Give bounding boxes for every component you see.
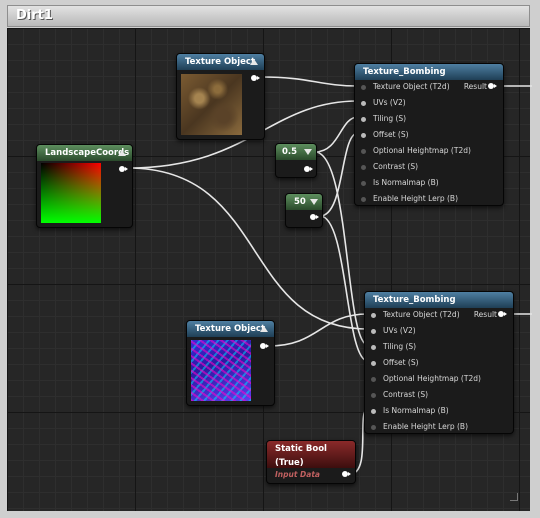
- normal-map-preview: [191, 340, 251, 401]
- input-pin-offset[interactable]: Offset (S): [371, 358, 419, 367]
- node-header[interactable]: LandscapeCoords: [37, 145, 132, 161]
- pin-icon[interactable]: [361, 84, 366, 90]
- pin-icon[interactable]: [361, 116, 366, 122]
- texture-object-node-1[interactable]: Texture Object: [176, 53, 265, 140]
- collapse-arrow-icon[interactable]: [250, 59, 258, 65]
- input-pin-tiling[interactable]: Tiling (S): [371, 342, 416, 351]
- input-pin-uvs[interactable]: UVs (V2): [361, 98, 406, 107]
- input-pin-tiling[interactable]: Tiling (S): [361, 114, 406, 123]
- node-title: 50: [294, 197, 306, 207]
- pin-icon[interactable]: [361, 196, 366, 202]
- output-pin-icon[interactable]: [119, 166, 128, 172]
- node-title: LandscapeCoords: [45, 148, 130, 158]
- node-header[interactable]: 50: [286, 194, 322, 210]
- output-pin-icon[interactable]: [310, 214, 319, 220]
- node-header[interactable]: Texture_Bombing: [365, 292, 513, 308]
- collapse-arrow-icon[interactable]: [260, 326, 268, 332]
- output-pin-icon[interactable]: [251, 75, 260, 81]
- node-header[interactable]: Static Bool (True) Input Data: [267, 441, 355, 479]
- expand-arrow-icon[interactable]: [304, 149, 312, 155]
- node-header[interactable]: Texture_Bombing: [355, 64, 503, 80]
- input-pin-uvs[interactable]: UVs (V2): [371, 326, 416, 335]
- output-pin-icon[interactable]: [342, 471, 351, 477]
- texture-bombing-node-2[interactable]: Texture_Bombing Result Texture Object (T…: [364, 291, 514, 434]
- dirt-texture-preview: [181, 74, 242, 135]
- pin-icon[interactable]: [371, 360, 376, 366]
- input-pin-optional-heightmap[interactable]: Optional Heightmap (T2d): [371, 374, 481, 383]
- result-output-label: Result: [463, 82, 487, 91]
- input-pin-optional-heightmap[interactable]: Optional Heightmap (T2d): [361, 146, 471, 155]
- output-pin-icon[interactable]: [260, 343, 269, 349]
- input-pin-contrast[interactable]: Contrast (S): [371, 390, 428, 399]
- graph-title-bar: Dirt1: [7, 5, 530, 27]
- node-title: Static Bool (True): [275, 444, 327, 468]
- input-pin-contrast[interactable]: Contrast (S): [361, 162, 418, 171]
- texture-object-node-2[interactable]: Texture Object: [186, 320, 275, 406]
- input-pin-is-normalmap[interactable]: Is Normalmap (B): [371, 406, 449, 415]
- pin-icon[interactable]: [371, 408, 376, 414]
- collapse-arrow-icon[interactable]: [118, 150, 126, 156]
- material-editor-window: Dirt1 Texture Object LandscapeCoords 0.5…: [0, 0, 540, 518]
- pin-icon[interactable]: [361, 148, 366, 154]
- input-pin-enable-height-lerp[interactable]: Enable Height Lerp (B): [361, 194, 458, 203]
- node-header[interactable]: 0.5: [276, 144, 316, 160]
- input-pin-is-normalmap[interactable]: Is Normalmap (B): [361, 178, 439, 187]
- node-title: Texture Object: [195, 324, 266, 334]
- pin-icon[interactable]: [371, 424, 376, 430]
- pin-icon[interactable]: [361, 180, 366, 186]
- pin-icon[interactable]: [371, 344, 376, 350]
- node-header[interactable]: Texture Object: [187, 321, 274, 337]
- node-title: Texture Object: [185, 57, 256, 67]
- node-title: 0.5: [282, 147, 298, 157]
- expand-arrow-icon[interactable]: [310, 199, 318, 205]
- texture-bombing-node-1[interactable]: Texture_Bombing Result Texture Object (T…: [354, 63, 504, 206]
- output-pin-icon[interactable]: [304, 166, 313, 172]
- constant-node-50[interactable]: 50: [285, 193, 323, 228]
- uv-gradient-preview: [41, 163, 101, 223]
- input-pin-texture-object[interactable]: Texture Object (T2d): [371, 310, 460, 319]
- constant-node-0-5[interactable]: 0.5: [275, 143, 317, 178]
- graph-title: Dirt1: [16, 8, 53, 23]
- input-pin-texture-object[interactable]: Texture Object (T2d): [361, 82, 450, 91]
- input-pin-offset[interactable]: Offset (S): [361, 130, 409, 139]
- pin-icon[interactable]: [361, 132, 366, 138]
- pin-icon[interactable]: [371, 312, 376, 318]
- pin-icon[interactable]: [361, 100, 366, 106]
- node-title: Texture_Bombing: [363, 67, 446, 77]
- pin-icon[interactable]: [371, 392, 376, 398]
- pin-icon[interactable]: [361, 164, 366, 170]
- pin-icon[interactable]: [371, 376, 376, 382]
- landscape-coords-node[interactable]: LandscapeCoords: [36, 144, 133, 228]
- result-output-pin-icon[interactable]: [498, 311, 507, 317]
- result-output-label: Result: [473, 310, 497, 319]
- input-pin-enable-height-lerp[interactable]: Enable Height Lerp (B): [371, 422, 468, 431]
- static-bool-node[interactable]: Static Bool (True) Input Data: [266, 440, 356, 484]
- node-title: Texture_Bombing: [373, 295, 456, 305]
- pin-icon[interactable]: [371, 328, 376, 334]
- resize-grip-icon[interactable]: [510, 493, 518, 501]
- result-output-pin-icon[interactable]: [488, 83, 497, 89]
- node-header[interactable]: Texture Object: [177, 54, 264, 70]
